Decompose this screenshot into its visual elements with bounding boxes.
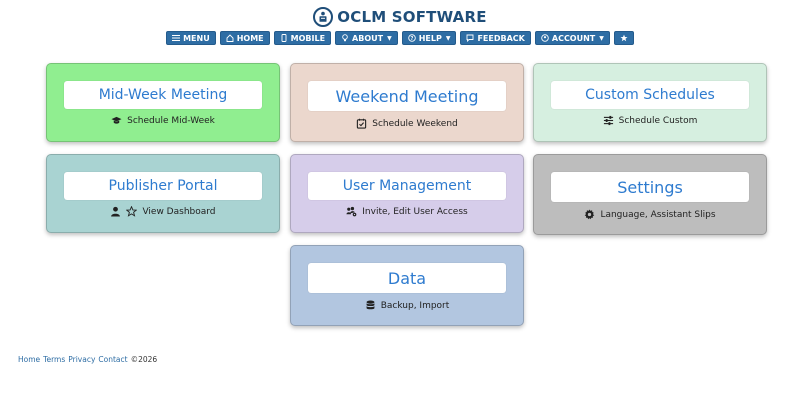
mobile-button[interactable]: MOBILE (273, 31, 332, 45)
card-subtitle: Schedule Custom (534, 115, 766, 126)
mobile-label: MOBILE (290, 33, 326, 43)
user-icon (111, 206, 121, 217)
footer: Home Terms Privacy Contact ©2026 (18, 355, 157, 364)
star-outline-icon (126, 206, 138, 217)
lightbulb-icon (342, 34, 348, 42)
account-label: ACCOUNT (551, 33, 596, 43)
footer-privacy-link[interactable]: Privacy (68, 355, 95, 364)
graduation-cap-icon (111, 116, 122, 124)
podium-speaker-icon (313, 7, 334, 27)
card-user-management[interactable]: User Management Invite, Edit User Access (290, 154, 524, 233)
top-nav: MENU HOME MOBILE ABOUT ▼ ? HELP ▼ FEEDBA… (0, 31, 800, 45)
footer-terms-link[interactable]: Terms (43, 355, 65, 364)
card-settings[interactable]: Settings Language, Assistant Slips (533, 154, 767, 235)
about-label: ABOUT (352, 33, 384, 43)
card-subtitle-text: Invite, Edit User Access (362, 206, 468, 217)
hamburger-icon (172, 35, 181, 41)
feedback-button[interactable]: FEEDBACK (460, 31, 531, 45)
card-title[interactable]: Weekend Meeting (308, 81, 506, 111)
gear-icon (585, 209, 595, 220)
question-circle-icon: ? (407, 34, 416, 42)
card-title[interactable]: Data (308, 263, 506, 293)
favorites-button[interactable] (613, 31, 634, 45)
card-subtitle-text: Schedule Custom (618, 115, 698, 126)
help-label: HELP (418, 33, 442, 43)
card-custom-schedules[interactable]: Custom Schedules Schedule Custom (533, 63, 767, 142)
chevron-down-icon: ▼ (599, 34, 604, 42)
chevron-down-icon: ▼ (445, 34, 451, 42)
home-label: HOME (236, 33, 264, 43)
home-icon (226, 34, 234, 42)
help-dropdown[interactable]: ? HELP ▼ (401, 31, 457, 45)
footer-contact-link[interactable]: Contact (98, 355, 127, 364)
chevron-down-icon: ▼ (387, 34, 392, 42)
card-midweek-meeting[interactable]: Mid-Week Meeting Schedule Mid-Week (46, 63, 280, 142)
card-title[interactable]: Settings (551, 172, 749, 202)
card-subtitle: Schedule Mid-Week (47, 115, 279, 126)
card-title[interactable]: User Management (308, 172, 506, 200)
card-subtitle-text: Backup, Import (380, 300, 450, 311)
card-weekend-meeting[interactable]: Weekend Meeting Schedule Weekend (290, 63, 524, 142)
card-title[interactable]: Custom Schedules (551, 81, 749, 109)
star-icon (620, 34, 628, 42)
card-subtitle-text: Schedule Mid-Week (127, 115, 215, 126)
card-publisher-portal[interactable]: Publisher Portal View Dashboard (46, 154, 280, 233)
card-subtitle: Language, Assistant Slips (534, 209, 766, 220)
card-data[interactable]: Data Backup, Import (290, 245, 524, 326)
brand-title[interactable]: OCLM SOFTWARE (337, 8, 486, 26)
card-subtitle: View Dashboard (47, 206, 279, 217)
card-subtitle-text: View Dashboard (142, 206, 216, 217)
users-gear-icon (346, 206, 357, 217)
card-subtitle: Backup, Import (291, 300, 523, 311)
menu-button[interactable]: MENU (166, 31, 216, 45)
feedback-label: FEEDBACK (477, 33, 525, 43)
home-button[interactable]: HOME (219, 31, 270, 45)
account-dropdown[interactable]: ACCOUNT ▼ (534, 31, 610, 45)
card-title[interactable]: Mid-Week Meeting (64, 81, 262, 109)
card-subtitle: Schedule Weekend (291, 118, 523, 129)
about-dropdown[interactable]: ABOUT ▼ (335, 31, 398, 45)
footer-copyright: ©2026 (130, 355, 158, 364)
card-title[interactable]: Publisher Portal (64, 172, 262, 200)
mobile-icon (281, 34, 287, 42)
user-circle-icon (541, 34, 549, 42)
card-subtitle-text: Language, Assistant Slips (600, 209, 716, 220)
card-subtitle-text: Schedule Weekend (372, 118, 458, 129)
chat-icon (467, 34, 474, 42)
svg-text:?: ? (410, 36, 413, 42)
calendar-check-icon (357, 118, 367, 129)
footer-home-link[interactable]: Home (18, 355, 40, 364)
menu-label: MENU (183, 33, 210, 43)
database-icon (366, 300, 375, 310)
brand-header: OCLM SOFTWARE (0, 6, 800, 28)
sliders-icon (603, 115, 613, 126)
card-subtitle: Invite, Edit User Access (291, 206, 523, 217)
